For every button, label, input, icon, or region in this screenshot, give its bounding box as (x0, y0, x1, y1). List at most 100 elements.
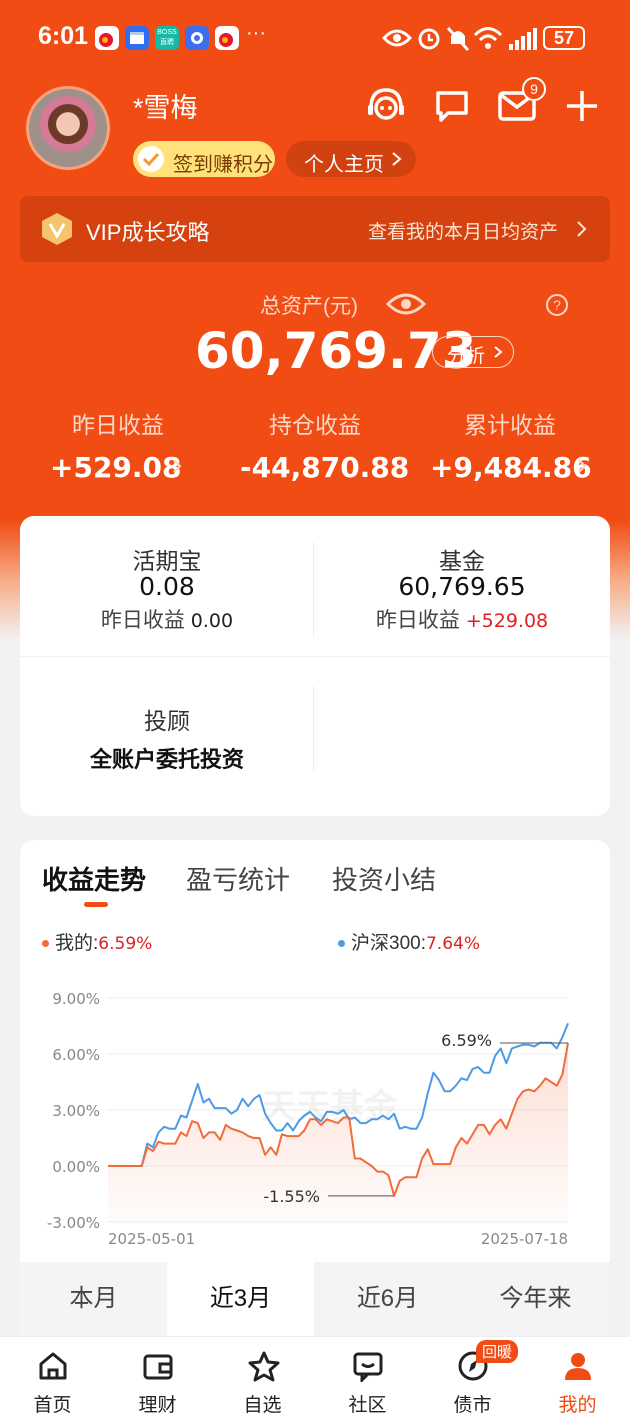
cumulative-earnings-value[interactable]: +9,484.86 (430, 451, 592, 484)
nav-community-label: 社区 (348, 1395, 387, 1416)
boss-badge-bottom: 直聘 (160, 39, 174, 46)
range-tab-3-months[interactable]: 近3月 (167, 1262, 314, 1336)
legend-mine: 我的:6.59% (42, 928, 152, 955)
fund-title: 基金 (439, 548, 485, 574)
advisor-cell[interactable]: 投顾 全账户委托投资 (20, 666, 314, 796)
help-icon[interactable]: ? (546, 294, 568, 316)
nav-home[interactable]: 首页 (0, 1340, 105, 1422)
browser-app-icon (185, 26, 209, 50)
mail-badge: 9 (522, 77, 546, 101)
range-tab-6-months[interactable]: 近6月 (314, 1262, 461, 1336)
boss-badge-top: BOSS (157, 29, 177, 36)
advisor-title: 投顾 (144, 708, 190, 734)
y-tick-label: 6.00% (52, 1046, 100, 1064)
chevron-right-icon (494, 346, 503, 358)
legend-dot-index (338, 940, 345, 948)
chevron-right-icon (577, 221, 587, 237)
tab-active-indicator (84, 902, 108, 907)
holding-earnings-label: 持仓收益 (269, 412, 361, 438)
cumulative-earnings-label: 累计收益 (464, 412, 556, 438)
nav-wealth[interactable]: 理财 (105, 1340, 210, 1422)
hqb-cell[interactable]: 活期宝 0.08 昨日收益 0.00 (20, 516, 314, 656)
holding-earnings-value: -44,870.88 (240, 451, 410, 484)
nav-bond-market-label: 债市 (453, 1395, 492, 1416)
hqb-sub: 昨日收益 0.00 (20, 604, 314, 634)
nav-mine[interactable]: 我的 (525, 1340, 630, 1422)
y-tick-label: 3.00% (52, 1102, 100, 1120)
nav-watchlist[interactable]: 自选 (210, 1340, 315, 1422)
plus-icon[interactable] (565, 89, 599, 123)
person-icon (565, 1353, 591, 1380)
analyze-button[interactable]: 分析 (432, 336, 514, 368)
message-icon[interactable] (434, 88, 470, 124)
y-tick-label: 0.00% (52, 1158, 100, 1176)
weibo-app-icon-2 (215, 26, 239, 50)
fund-sub-label: 昨日收益 (375, 609, 460, 632)
wallet-icon (143, 1354, 173, 1380)
chevron-right-icon (578, 459, 587, 473)
tab-pnl-stats[interactable]: 盈亏统计 (186, 860, 290, 897)
vip-badge-icon (42, 213, 72, 245)
yesterday-earnings-value[interactable]: +529.08 (50, 451, 182, 484)
hqb-sub-value: 0.00 (190, 610, 234, 632)
user-name: *雪梅 (133, 93, 198, 123)
eye-status-icon (382, 29, 412, 47)
vip-title: VIP成长攻略 (86, 220, 210, 245)
total-assets-label: 总资产(元) (260, 295, 358, 318)
home-icon (39, 1352, 67, 1380)
fund-value: 60,769.65 (398, 572, 526, 601)
nav-badge-warming: 回暖 (476, 1340, 519, 1363)
vertical-divider (313, 686, 314, 772)
advisor-sub: 全账户委托投资 (89, 747, 244, 772)
vip-link: 查看我的本月日均资产 (368, 222, 559, 243)
status-time: 6:01 (38, 22, 89, 50)
legend-index-value: 7.64% (425, 934, 480, 954)
nav-bond-market[interactable]: 债市 回暖 (420, 1340, 525, 1422)
legend-mine-value: 6.59% (98, 934, 153, 954)
hqb-sub-label: 昨日收益 (100, 609, 185, 632)
annotation-max: 6.59% (441, 1031, 492, 1050)
battery-indicator: 57 (543, 26, 585, 50)
signal-icon (509, 28, 537, 50)
boss-app-icon: BOSS 直聘 (155, 26, 179, 50)
status-more-dots: ··· (246, 22, 266, 44)
star-icon (248, 1351, 280, 1382)
nav-watchlist-label: 自选 (243, 1395, 282, 1416)
profile-label: 个人主页 (304, 154, 384, 176)
nav-mine-label: 我的 (558, 1395, 597, 1416)
mute-bell-icon (446, 26, 470, 52)
customer-service-icon[interactable] (365, 86, 407, 126)
products-card: 活期宝 0.08 昨日收益 0.00 基金 60,769.65 昨日收益 +52… (20, 516, 610, 816)
hqb-title: 活期宝 (132, 548, 202, 574)
y-tick-label: -3.00% (47, 1214, 100, 1232)
x-tick-label-start: 2025-05-01 (108, 1230, 195, 1248)
tab-earnings-trend[interactable]: 收益走势 (42, 860, 146, 897)
vip-banner[interactable]: VIP成长攻略 查看我的本月日均资产 (20, 196, 610, 262)
analyze-label: 分析 (447, 346, 486, 367)
fund-sub: 昨日收益 +529.08 (314, 604, 610, 634)
weibo-app-icon (95, 26, 119, 50)
series-area-mine (108, 1043, 568, 1222)
calendar-app-icon (125, 26, 149, 50)
range-tab-this-month[interactable]: 本月 (20, 1262, 167, 1336)
community-icon (353, 1352, 383, 1382)
nav-wealth-label: 理财 (138, 1395, 177, 1416)
nav-community[interactable]: 社区 (315, 1340, 420, 1422)
x-tick-label-end: 2025-07-18 (481, 1230, 568, 1248)
wifi-icon (473, 27, 503, 49)
fund-cell[interactable]: 基金 60,769.65 昨日收益 +529.08 (314, 516, 610, 656)
legend-dot-mine (42, 940, 49, 948)
profile-home-button[interactable]: 个人主页 (286, 141, 416, 177)
signin-button[interactable]: 签到赚积分 (133, 141, 275, 177)
nav-home-label: 首页 (33, 1395, 72, 1416)
y-tick-label: 9.00% (52, 990, 100, 1008)
horizontal-divider (20, 656, 610, 657)
range-tab-ytd[interactable]: 今年来 (461, 1262, 610, 1336)
hqb-value: 0.08 (139, 572, 195, 601)
legend-mine-name: 我的 (55, 933, 94, 954)
avatar[interactable] (26, 86, 110, 170)
signin-label: 签到赚积分 (173, 154, 273, 176)
eye-toggle-icon[interactable] (386, 290, 426, 318)
tab-investment-summary[interactable]: 投资小结 (332, 860, 436, 897)
legend-index: 沪深300:7.64% (338, 928, 480, 955)
